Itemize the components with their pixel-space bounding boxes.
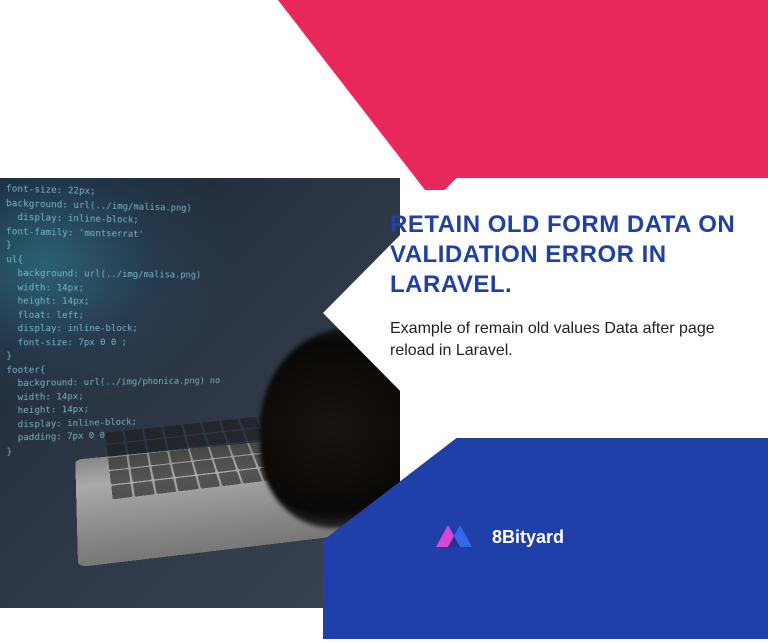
red-accent-shape — [278, 0, 768, 190]
logo-mark-icon — [430, 519, 478, 555]
brand-name: 8Bityard — [492, 527, 564, 548]
bottom-border — [0, 639, 768, 643]
code-snippet: font-size: 22px; background: url(../img/… — [6, 183, 223, 460]
promo-graphic: font-size: 22px; background: url(../img/… — [0, 0, 768, 643]
subtitle-text: Example of remain old values Data after … — [390, 318, 730, 363]
brand-logo: 8Bityard — [430, 519, 564, 555]
main-heading: RETAIN OLD FORM DATA ON VALIDATION ERROR… — [390, 210, 740, 300]
